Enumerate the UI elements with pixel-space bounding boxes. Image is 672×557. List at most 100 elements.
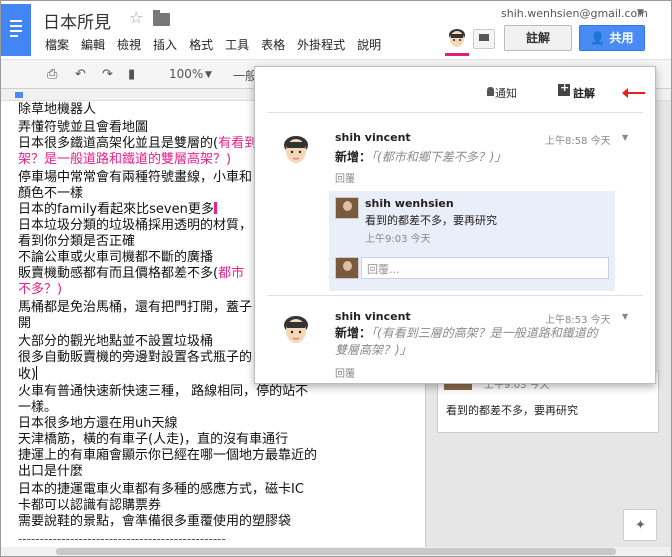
student-avatar-icon	[284, 316, 308, 343]
side-comment-text: 看到的都差不多，要再研究	[446, 404, 578, 417]
reply-input[interactable]: 回覆...	[361, 257, 609, 279]
doc-line[interactable]: ----------------------------------------…	[18, 531, 226, 547]
text-cursor	[36, 366, 38, 380]
person-icon: 👤	[590, 31, 610, 45]
reply-author: shih wenhsien	[365, 197, 454, 210]
comment-body: 新增：「(都市和鄉下差不多？)」	[335, 149, 506, 166]
account-email[interactable]: shih.wenhsien@gmail.com	[501, 7, 648, 20]
app-header: 日本所見 ☆ 檔案 編輯 檢視 插入 格式 工具 表格 外掛程式 說明 shih…	[1, 1, 671, 59]
red-arrow-annotation	[622, 88, 645, 98]
doc-line-text: 日本很多鐵道高架化並且是雙層的(	[18, 136, 219, 151]
reply-link[interactable]: 回覆	[335, 365, 355, 380]
doc-line[interactable]: 販賣機動感都有而且價格都差不多(都市	[18, 266, 244, 282]
user-avatar[interactable]	[445, 27, 469, 56]
doc-line[interactable]: 除草地機器人	[18, 102, 96, 118]
student-avatar-icon	[449, 29, 465, 47]
reply-time: 上午9:03 今天	[365, 234, 431, 245]
document-title[interactable]: 日本所見	[43, 8, 111, 33]
comment-menu-icon[interactable]: ▼	[622, 312, 628, 321]
reply-text: 看到的都差不多，要再研究	[365, 214, 497, 227]
menu-addons[interactable]: 外掛程式	[297, 36, 345, 53]
comment-quote: 「(有看到三層的高架？是一般道路和鐵道的	[371, 326, 598, 340]
doc-line[interactable]: 很多自動販賣機的旁邊對設置各式瓶子的	[18, 350, 252, 366]
divider	[267, 112, 643, 113]
paint-format-icon[interactable]: ▮	[128, 67, 135, 82]
doc-line[interactable]: 日本垃圾分類的垃圾桶採用透明的材質，	[18, 218, 252, 234]
comment-time: 上午8:53 今天	[545, 315, 611, 326]
doc-line[interactable]: 日本的捷運電車火車都有多種的感應方式，磁卡IC	[18, 482, 304, 498]
doc-line[interactable]: 一樣。	[18, 400, 57, 416]
doc-line[interactable]: 不論公車或火車司機都不斷的廣播	[18, 250, 213, 266]
doc-line[interactable]: 收)	[18, 366, 38, 383]
redo-icon[interactable]: ↷	[102, 67, 113, 82]
doc-line-text: 販賣機動感都有而且價格都差不多(	[18, 266, 219, 281]
tab-notifications[interactable]: 通知	[495, 85, 517, 101]
zoom-caret-icon[interactable]: ▼	[205, 70, 212, 80]
undo-icon[interactable]: ↶	[75, 67, 86, 82]
folder-icon[interactable]	[153, 10, 170, 26]
comments-popup: 通知 註解 shih vincent 上午8:58 今天 ▼ 新增：「(都市和鄉…	[254, 66, 656, 384]
indent-marker[interactable]	[15, 92, 23, 98]
menu-edit[interactable]: 編輯	[81, 36, 105, 53]
add-comment-icon[interactable]	[558, 81, 570, 96]
reply-avatar	[335, 197, 359, 219]
doc-line-text: 日本的family看起來比seven更多	[18, 202, 214, 217]
doc-line[interactable]: 看到你分類是否正確	[18, 234, 135, 250]
doc-line[interactable]: 日本的family看起來比seven更多	[18, 202, 217, 218]
comment-menu-icon[interactable]: ▼	[622, 133, 628, 142]
zoom-select[interactable]: 100%	[169, 67, 203, 81]
doc-line[interactable]: 大部分的觀光地點並不設置垃圾桶	[18, 334, 213, 350]
comment-label: 新增：	[335, 326, 372, 340]
comment-author: shih vincent	[335, 131, 411, 144]
doc-line[interactable]: 馬桶都是免治馬桶，還有把門打開，蓋子	[18, 300, 252, 316]
star-icon[interactable]: ☆	[129, 8, 143, 27]
comment-author: shih vincent	[335, 310, 411, 323]
menu-tools[interactable]: 工具	[225, 36, 249, 53]
menu-file[interactable]: 檔案	[45, 36, 69, 53]
doc-line[interactable]: 需要說鞋的景點，會準備很多重覆使用的塑膠袋	[18, 514, 291, 530]
highlighted-text: 有看到	[218, 136, 258, 151]
collaborator-cursor	[213, 202, 217, 214]
doc-line[interactable]: 火車有普通快速新快速三種， 路線相同，停的站不	[18, 384, 308, 400]
print-icon[interactable]: ⎙	[47, 67, 57, 82]
reply-link[interactable]: 回覆	[335, 170, 355, 185]
menu-table[interactable]: 表格	[261, 36, 285, 53]
scrollbar-thumb[interactable]	[56, 548, 616, 555]
comment-quote: 雙層高架？)」	[335, 343, 412, 357]
menu-help[interactable]: 說明	[357, 36, 381, 53]
highlighted-text: 都市	[218, 266, 245, 281]
explore-button[interactable]: ✦	[623, 509, 657, 541]
doc-line[interactable]: 卡都可以認識有認購票券	[18, 498, 161, 514]
doc-line[interactable]: 捷運上的有車廂會顯示你已經在哪一個地方最靠近的	[18, 448, 317, 464]
doc-line[interactable]: 弄懂符號並且會看地圖	[18, 120, 148, 136]
comment-label: 新增：	[335, 150, 372, 164]
chat-button[interactable]	[473, 29, 495, 49]
menu-view[interactable]: 檢視	[117, 36, 141, 53]
doc-line[interactable]: 天津橋筋，橫的有車子(人走)，直的沒有車通行	[18, 432, 288, 448]
menu-insert[interactable]: 插入	[153, 36, 177, 53]
student-avatar-icon	[284, 136, 308, 163]
share-label: 共用	[609, 31, 634, 45]
comments-button[interactable]: 註解	[504, 25, 572, 51]
tab-comments[interactable]: 註解	[573, 85, 595, 101]
doc-line-highlighted[interactable]: 不多？)	[18, 282, 62, 298]
doc-line-highlighted[interactable]: 架？是一般道路和鐵道的雙層高架？)	[18, 152, 231, 168]
docs-icon[interactable]	[1, 4, 31, 56]
doc-line[interactable]: 顏色不一樣	[18, 186, 83, 202]
current-user-avatar	[335, 257, 359, 279]
comment-body: 新增：「(有看到三層的高架？是一般道路和鐵道的雙層高架？)」	[335, 325, 635, 359]
avatar-underline	[445, 53, 469, 56]
doc-line[interactable]: 停車場中常常會有兩種符號畫線，小車和	[18, 170, 252, 186]
menu-format[interactable]: 格式	[189, 36, 213, 53]
doc-line[interactable]: 開	[18, 316, 31, 332]
doc-line[interactable]: 日本很多地方還在用uh天線	[18, 416, 177, 432]
popup-tabs: 通知 註解	[255, 67, 655, 112]
menu-bar: 檔案 編輯 檢視 插入 格式 工具 表格 外掛程式 說明	[45, 36, 393, 53]
share-button[interactable]: 👤 共用	[579, 25, 645, 51]
bell-icon	[487, 87, 494, 96]
chevron-down-icon[interactable]: ▼	[637, 8, 644, 18]
doc-line[interactable]: 日本很多鐵道高架化並且是雙層的(有看到	[18, 136, 257, 152]
comment-time: 上午8:58 今天	[545, 136, 611, 147]
doc-line[interactable]: 出口是什麼	[18, 464, 83, 480]
explore-icon: ✦	[635, 518, 646, 533]
